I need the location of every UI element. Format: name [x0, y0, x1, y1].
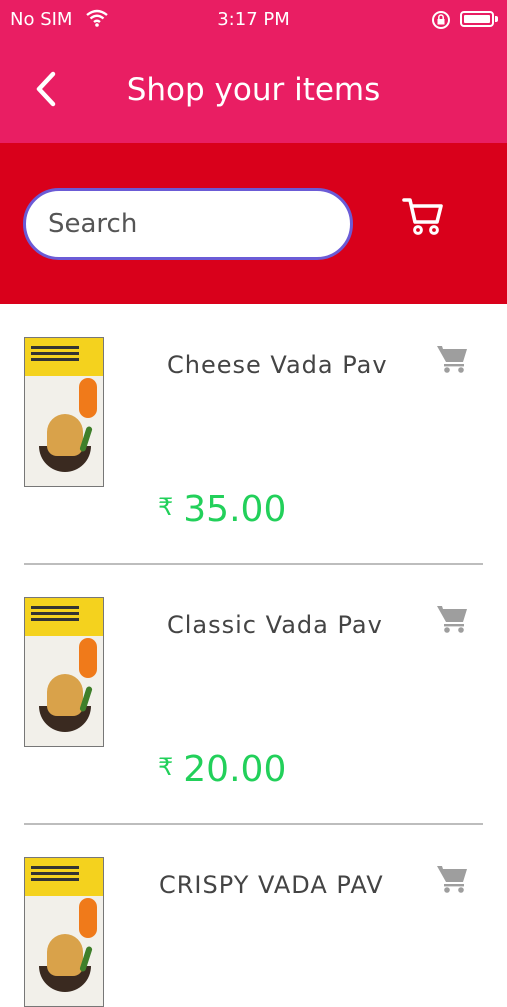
price-value: 20.00 — [183, 749, 287, 790]
product-image — [24, 337, 104, 487]
product-image — [24, 857, 104, 1007]
product-name: Classic Vada Pav — [167, 611, 383, 639]
product-name: Cheese Vada Pav — [167, 351, 388, 379]
status-bar: No SIM 3:17 PM — [0, 0, 507, 40]
orientation-lock-icon — [431, 10, 451, 34]
product-name: CRISPY VADA PAV — [159, 871, 384, 899]
page-title: Shop your items — [126, 72, 381, 108]
product-image — [24, 597, 104, 747]
search-bar-area — [0, 143, 507, 304]
product-price: ₹35.00 — [158, 489, 286, 530]
app-header: Shop your items — [0, 40, 507, 143]
list-item[interactable]: CRISPY VADA PAV — [0, 824, 507, 1007]
battery-tip — [495, 16, 498, 22]
add-to-cart-icon[interactable] — [436, 344, 468, 378]
price-value: 35.00 — [183, 489, 287, 530]
list-item[interactable]: Classic Vada Pav ₹20.00 — [0, 564, 507, 825]
product-price: ₹20.00 — [158, 749, 286, 790]
add-to-cart-icon[interactable] — [436, 864, 468, 898]
cart-button[interactable] — [402, 196, 444, 240]
add-to-cart-icon[interactable] — [436, 604, 468, 638]
search-input[interactable] — [23, 188, 353, 260]
list-item[interactable]: Cheese Vada Pav ₹35.00 — [0, 304, 507, 565]
rupee-symbol: ₹ — [158, 753, 174, 781]
rupee-symbol: ₹ — [158, 493, 174, 521]
battery-icon — [460, 11, 494, 27]
